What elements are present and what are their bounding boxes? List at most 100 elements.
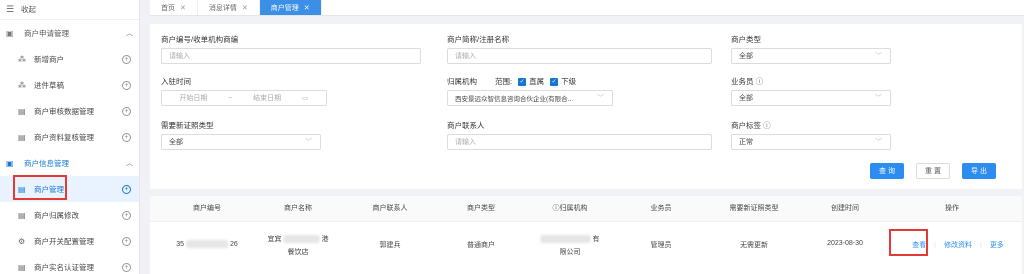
sidebar-item-ownership-change[interactable]: ▤ 商户归属修改 + [0,202,139,228]
salesman-select[interactable]: 全部 ﹀ [731,90,891,106]
tab-home[interactable]: 首页 ✕ [150,0,198,15]
merchant-no-input[interactable]: 请输入 [161,48,421,64]
select-value: 西安景远众智信息咨询合伙企业(有限合... [455,96,574,103]
renew-cert-select[interactable]: 全部 ﹀ [161,134,321,150]
sidebar-group-label: 商户申请管理 [24,28,69,38]
select-value: 正常 [739,139,753,146]
placeholder: 请输入 [455,139,476,146]
search-button[interactable]: 查 询 [870,163,904,179]
org-label-row: 归属机构 范围: ✓ 直属 ✓ 下级 [447,76,576,87]
close-icon[interactable]: ✕ [304,4,310,12]
salesman-label: 业务员 ⓘ [731,76,763,87]
help-icon[interactable]: ⓘ [763,121,771,130]
merchant-type-label: 商户类型 [731,35,761,44]
search-panel: 商户编号/收单机构商编 请输入 商户简称/注册名称 请输入 商户类型 全部 ﹀ … [150,24,1022,189]
sidebar-item-switch-config[interactable]: ⚙ 商户开关配置管理 + [0,228,139,254]
add-circle-icon[interactable]: + [122,54,131,64]
sidebar-item-review[interactable]: ▤ 商户资料复核管理 + [0,124,139,150]
merchant-name-cell: 宜宾 港 餐饮店 [267,234,328,257]
merchant-name-input[interactable]: 请输入 [447,48,712,64]
help-icon[interactable]: ⓘ [553,205,560,212]
table-header: 商户编号 商户名称 商户联系人 商户类型 ⓘ归属机构 业务员 需要新证照类型 创… [150,196,1022,222]
sidebar-group-merchant-info[interactable]: ▣ 商户信息管理 ︿ [0,150,139,176]
close-icon[interactable]: ✕ [242,4,248,12]
merchant-type-select[interactable]: 全部 ﹀ [731,48,891,64]
form-icon: ▤ [18,262,26,272]
merchant-no-suffix: 26 [229,240,238,248]
sidebar-item-realname[interactable]: ▤ 商户实名认证管理 + [0,254,139,274]
entry-time-range[interactable]: 开始日期 ~ 结束日期 ▭ [161,90,327,106]
sidebar-group-merchant-apply[interactable]: ▣ 商户申请管理 ︿ [0,20,139,46]
org-label: 归属机构 [447,77,477,86]
tab-message-detail[interactable]: 消息详情 ✕ [198,0,260,15]
scope-label: 范围: [495,77,513,86]
merchant-tag-label-text: 商户标签 [731,121,761,130]
calendar-icon: ▭ [301,95,309,102]
placeholder: 请输入 [169,53,190,60]
range-separator: ~ [228,94,233,102]
add-circle-icon[interactable]: + [122,210,131,220]
sidebar-collapse-toggle[interactable]: ☰ 收起 [0,0,139,20]
help-icon[interactable]: ⓘ [756,77,764,86]
sidebar-item-label: 进件草稿 [34,80,64,90]
edit-info-link[interactable]: 修改资料 [944,240,972,250]
add-circle-icon[interactable]: + [122,132,131,142]
contact-input[interactable]: 请输入 [447,134,712,150]
tab-bar: 首页 ✕ 消息详情 ✕ 商户管理 ✕ [150,0,1024,16]
org-select[interactable]: 西安景远众智信息咨询合伙企业(有限合... ﹀ [447,90,613,106]
add-circle-icon[interactable]: + [122,184,131,194]
sidebar-item-label: 商户实名认证管理 [34,262,94,272]
chevron-down-icon: ﹀ [875,139,882,146]
end-date-placeholder: 结束日期 [253,95,282,102]
sidebar-item-new-merchant[interactable]: ⁂ 新增商户 + [0,46,139,72]
select-value: 全部 [739,95,753,102]
chevron-down-icon: ﹀ [875,53,882,60]
tab-label: 商户管理 [270,4,299,12]
renew-cert-cell: 无需更新 [740,242,768,249]
sidebar-item-audit-data[interactable]: ▤ 商户审核数据管理 + [0,98,139,124]
chevron-down-icon: ﹀ [597,95,604,102]
select-value: 全部 [169,139,183,146]
subordinate-checkbox[interactable]: ✓ 下级 [550,76,576,87]
name-prefix: 宜宾 [267,236,282,243]
document-icon: ▣ [6,28,14,38]
add-circle-icon[interactable]: + [122,262,131,272]
name-line2: 餐饮店 [287,249,309,256]
chevron-down-icon: ﹀ [305,139,312,146]
menu-fold-icon: ☰ [6,4,15,14]
merchant-tag-select[interactable]: 正常 ﹀ [731,134,891,150]
highlight-box-view [889,229,928,256]
form-icon: ▤ [18,132,26,142]
reset-button[interactable]: 重 置 [916,163,950,179]
add-circle-icon[interactable]: + [122,236,131,246]
merchant-no-label: 商户编号/收单机构商编 [161,35,239,44]
form-icon: ▤ [18,210,26,220]
column-header: 商户联系人 [372,205,408,212]
org-suffix: 有 [592,236,600,243]
chevron-up-icon: ︿ [126,160,133,167]
column-header: 商户名称 [284,205,312,212]
more-link[interactable]: 更多 [990,240,1004,250]
export-button[interactable]: 导 出 [962,163,996,179]
merchant-tag-label: 商户标签 ⓘ [731,120,771,131]
sidebar-item-label: 商户审核数据管理 [34,106,94,116]
column-header-text: 归属机构 [559,205,588,212]
column-header: 操作 [945,205,959,212]
merchant-name-label: 商户简称/注册名称 [447,35,510,44]
add-circle-icon[interactable]: + [122,80,131,90]
close-icon[interactable]: ✕ [180,4,186,12]
created-time-cell: 2023-08-30 [827,240,863,247]
add-circle-icon[interactable]: + [122,106,131,116]
column-header: 商户类型 [467,205,495,212]
redacted-text [540,235,591,244]
direct-checkbox[interactable]: ✓ 直属 [518,76,544,87]
column-header-org: ⓘ归属机构 [553,196,588,222]
checkmark-icon: ✓ [518,77,527,86]
document-icon: ▣ [6,158,14,168]
org-line2: 限公司 [559,249,581,256]
settings-icon: ⚙ [18,236,26,246]
tab-merchant-management[interactable]: 商户管理 ✕ [259,0,322,15]
sidebar-item-draft[interactable]: ⁂ 进件草稿 + [0,72,139,98]
sidebar-item-label: 新增商户 [34,54,64,64]
sidebar-collapse-label: 收起 [21,5,36,14]
